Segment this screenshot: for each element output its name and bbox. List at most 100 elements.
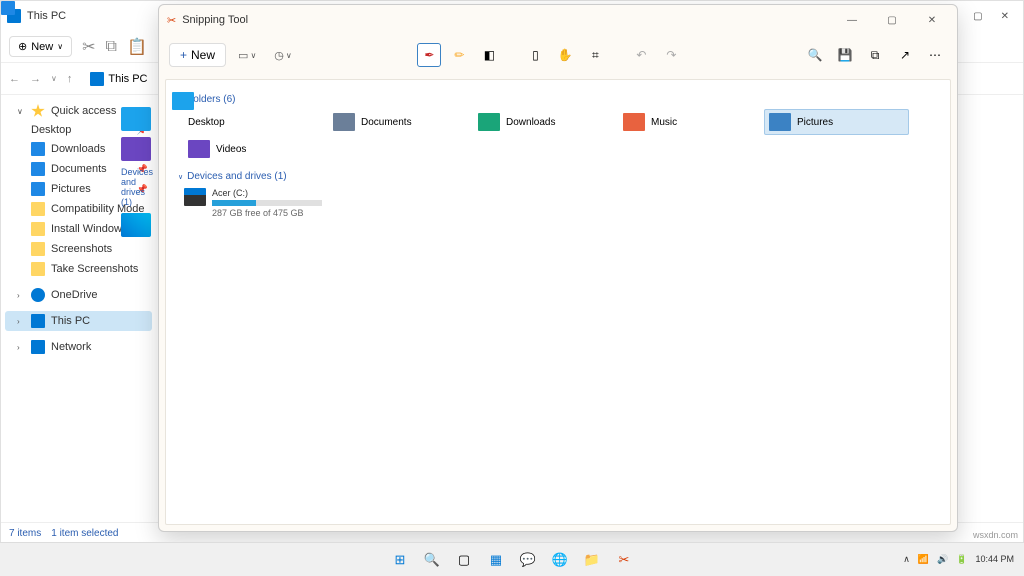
- maximize-icon[interactable]: ▢: [973, 11, 982, 22]
- folder-downloads[interactable]: Downloads: [474, 109, 619, 135]
- share-button[interactable]: ↗: [893, 43, 917, 67]
- wifi-icon[interactable]: 📶: [918, 554, 929, 565]
- crop-tool[interactable]: ⌗: [583, 43, 607, 67]
- documents-icon: [333, 113, 355, 131]
- capture-folders-grid: Desktop Documents Downloads Music Pictur…: [172, 107, 944, 169]
- folder-documents[interactable]: Documents: [329, 109, 474, 135]
- search-button[interactable]: 🔍: [419, 547, 445, 573]
- ruler-tool[interactable]: ▯: [523, 43, 547, 67]
- chat-button[interactable]: 💬: [515, 547, 541, 573]
- snip-mode-dropdown[interactable]: ▭ ∨: [232, 45, 262, 66]
- tray-chevron-icon[interactable]: ∧: [903, 554, 910, 565]
- drive-name: Acer (C:): [212, 188, 322, 198]
- desktop-icon: [172, 92, 194, 110]
- file-explorer-button[interactable]: 📁: [579, 547, 605, 573]
- taskbar-center: ⊞ 🔍 ▢ ▦ 💬 🌐 📁 ✂: [387, 547, 637, 573]
- taskbar: ⊞ 🔍 ▢ ▦ 💬 🌐 📁 ✂ ∧ 📶 🔊 🔋 10:44 PM: [0, 542, 1024, 576]
- paste-icon[interactable]: 📋: [127, 37, 147, 57]
- maximize-button[interactable]: ▢: [875, 8, 909, 32]
- battery-icon[interactable]: 🔋: [956, 554, 967, 565]
- drive-free-text: 287 GB free of 475 GB: [212, 208, 322, 218]
- drive-usage-bar: [212, 200, 322, 206]
- save-button[interactable]: 💾: [833, 43, 857, 67]
- sidebar-network[interactable]: ›Network: [5, 337, 152, 357]
- snipping-tool-icon: ✂: [167, 14, 176, 27]
- bg-large-icons: Devices and drives (1): [121, 101, 157, 243]
- system-tray: ∧ 📶 🔊 🔋 10:44 PM: [903, 554, 1024, 565]
- capture-devices-header[interactable]: ∨Devices and drives (1): [172, 169, 944, 184]
- drive-c[interactable]: Acer (C:) 287 GB free of 475 GB: [172, 184, 944, 222]
- minimize-button[interactable]: —: [835, 8, 869, 32]
- drive-icon: [184, 188, 206, 206]
- status-items: 7 items: [9, 528, 41, 539]
- desktop-icon: [1, 1, 15, 15]
- snip-new-button[interactable]: + New: [169, 43, 226, 67]
- snip-delay-dropdown[interactable]: ◷ ∨: [268, 45, 297, 66]
- desktop-background: This PC — ▢ ✕ ⊕ New ∨ ✂ ⧉ 📋 ← → ∨ ↑ This…: [0, 0, 1024, 576]
- folder-icon: [31, 222, 45, 236]
- close-button[interactable]: ✕: [915, 8, 949, 32]
- music-icon: [623, 113, 645, 131]
- folder-icon: [31, 242, 45, 256]
- copy-button[interactable]: ⧉: [863, 43, 887, 67]
- up-icon[interactable]: ↑: [67, 73, 73, 85]
- start-button[interactable]: ⊞: [387, 547, 413, 573]
- snipping-tool-button[interactable]: ✂: [611, 547, 637, 573]
- folder-icon: [121, 107, 151, 131]
- chrome-button[interactable]: 🌐: [547, 547, 573, 573]
- videos-icon: [188, 140, 210, 158]
- task-view-button[interactable]: ▢: [451, 547, 477, 573]
- folder-icon: [121, 137, 151, 161]
- snipping-tool-window: ✂ Snipping Tool — ▢ ✕ + New ▭ ∨ ◷ ∨ ✒ ✏ …: [158, 4, 958, 532]
- status-selected: 1 item selected: [51, 528, 118, 539]
- eraser-tool[interactable]: ◧: [477, 43, 501, 67]
- sidebar-onedrive[interactable]: ›OneDrive: [5, 285, 152, 305]
- undo-button[interactable]: ↶: [629, 43, 653, 67]
- close-icon[interactable]: ✕: [1001, 11, 1009, 22]
- downloads-icon: [31, 142, 45, 156]
- redo-button[interactable]: ↷: [659, 43, 683, 67]
- snip-titlebar: ✂ Snipping Tool — ▢ ✕: [159, 5, 957, 35]
- capture-folders-header[interactable]: ∨Folders (6): [172, 92, 944, 107]
- network-icon: [31, 340, 45, 354]
- more-button[interactable]: ⋯: [923, 43, 947, 67]
- pictures-icon: [769, 113, 791, 131]
- clock[interactable]: 10:44 PM: [975, 555, 1014, 565]
- pictures-icon: [31, 182, 45, 196]
- folder-videos[interactable]: Videos: [184, 137, 329, 161]
- folder-desktop[interactable]: Desktop: [184, 109, 329, 135]
- section-devices: Devices and drives (1): [121, 167, 157, 207]
- volume-icon[interactable]: 🔊: [937, 554, 948, 565]
- captured-content: ∨Folders (6) Desktop Documents Downloads…: [172, 92, 944, 222]
- address-bar[interactable]: This PC: [90, 72, 147, 86]
- star-icon: [31, 104, 45, 118]
- widgets-button[interactable]: ▦: [483, 547, 509, 573]
- pc-icon: [31, 314, 45, 328]
- watermark: wsxdn.com: [973, 530, 1018, 540]
- drive-icon: [121, 213, 151, 237]
- new-button[interactable]: ⊕ New ∨: [9, 36, 72, 57]
- snip-canvas[interactable]: ∨Folders (6) Desktop Documents Downloads…: [165, 79, 951, 525]
- explorer-title: This PC: [27, 10, 66, 22]
- onedrive-icon: [31, 288, 45, 302]
- recent-icon[interactable]: ∨: [51, 74, 57, 83]
- folder-music[interactable]: Music: [619, 109, 764, 135]
- copy-icon[interactable]: ⧉: [106, 38, 117, 56]
- highlighter-tool[interactable]: ✏: [447, 43, 471, 67]
- forward-icon[interactable]: →: [30, 73, 41, 85]
- sidebar-item-take-screenshots[interactable]: Take Screenshots: [5, 259, 152, 279]
- snip-title: Snipping Tool: [182, 14, 248, 26]
- zoom-button[interactable]: 🔍: [803, 43, 827, 67]
- sidebar-thispc[interactable]: ›This PC: [5, 311, 152, 331]
- ballpoint-pen-tool[interactable]: ✒: [417, 43, 441, 67]
- snip-toolbar: + New ▭ ∨ ◷ ∨ ✒ ✏ ◧ ▯ ✋ ⌗ ↶ ↷ 🔍 💾 ⧉ ↗ ⋯: [159, 35, 957, 75]
- folder-pictures[interactable]: Pictures: [764, 109, 909, 135]
- folder-icon: [31, 202, 45, 216]
- back-icon[interactable]: ←: [9, 73, 20, 85]
- touch-writing-tool[interactable]: ✋: [553, 43, 577, 67]
- downloads-icon: [478, 113, 500, 131]
- documents-icon: [31, 162, 45, 176]
- pc-icon: [90, 72, 104, 86]
- cut-icon[interactable]: ✂: [82, 37, 95, 57]
- folder-icon: [31, 262, 45, 276]
